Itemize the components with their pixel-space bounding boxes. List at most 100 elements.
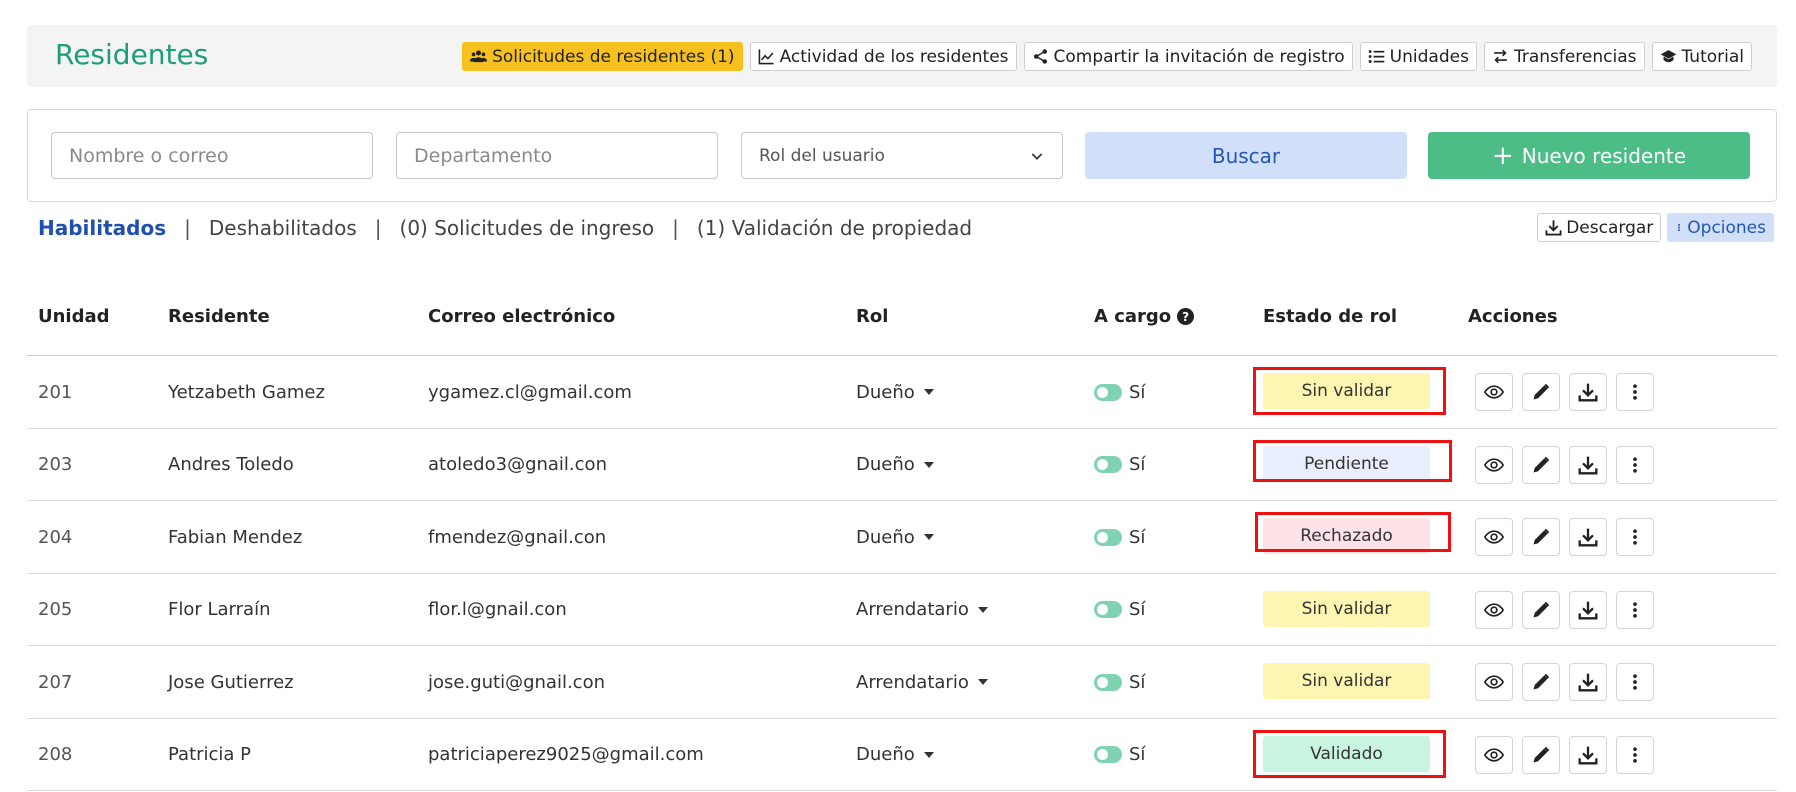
plus-icon: +: [1491, 140, 1514, 171]
more-vertical-icon: [1633, 456, 1637, 473]
view-button[interactable]: [1475, 735, 1513, 774]
in-charge-toggle[interactable]: Sí: [1094, 574, 1145, 646]
role-dropdown[interactable]: Dueño: [856, 501, 934, 573]
more-button[interactable]: [1616, 373, 1654, 411]
cell-in-charge: Sí: [1129, 744, 1146, 765]
resident-activity-label: Actividad de los residentes: [779, 46, 1009, 67]
edit-button[interactable]: [1522, 735, 1560, 774]
download-row-button[interactable]: [1569, 663, 1607, 701]
more-button[interactable]: [1616, 518, 1654, 556]
options-button[interactable]: Opciones: [1667, 213, 1774, 242]
col-email: Correo electrónico: [428, 306, 616, 327]
toggle-switch[interactable]: [1094, 383, 1122, 401]
more-button[interactable]: [1616, 735, 1654, 774]
toggle-switch[interactable]: [1094, 673, 1122, 691]
more-button[interactable]: [1616, 663, 1654, 701]
department-input[interactable]: Departamento: [396, 132, 718, 179]
resident-activity-button[interactable]: Actividad de los residentes: [749, 42, 1017, 71]
cell-role: Dueño: [856, 526, 915, 548]
page-title: Residentes: [55, 38, 209, 71]
row-actions: [1475, 663, 1654, 701]
cell-unit: 207: [38, 671, 73, 693]
in-charge-toggle[interactable]: Sí: [1094, 719, 1145, 791]
tab-disabled[interactable]: Deshabilitados: [209, 216, 357, 240]
role-dropdown[interactable]: Arrendatario: [856, 646, 988, 718]
download-row-button[interactable]: [1569, 590, 1607, 629]
more-vertical-icon: [1633, 601, 1637, 618]
units-button[interactable]: Unidades: [1359, 42, 1477, 71]
in-charge-toggle[interactable]: Sí: [1094, 501, 1145, 573]
toggle-switch[interactable]: [1094, 746, 1122, 763]
download-icon: [1578, 601, 1598, 619]
pencil-icon: [1533, 601, 1550, 617]
new-resident-button[interactable]: + Nuevo residente: [1428, 132, 1750, 179]
role-dropdown[interactable]: Dueño: [856, 356, 934, 428]
transfers-label: Transferencias: [1513, 46, 1637, 67]
chart-line-icon: [758, 49, 774, 65]
search-button[interactable]: Buscar: [1085, 132, 1407, 179]
view-button[interactable]: [1475, 518, 1513, 556]
users-icon: [470, 50, 488, 63]
role-dropdown[interactable]: Dueño: [856, 719, 934, 791]
view-button[interactable]: [1475, 663, 1513, 701]
download-row-button[interactable]: [1569, 373, 1607, 411]
more-button[interactable]: [1616, 590, 1654, 629]
table-row: 208 Patricia P patriciaperez9025@gmail.c…: [27, 719, 1777, 791]
download-row-button[interactable]: [1569, 735, 1607, 774]
more-vertical-icon: [1633, 529, 1637, 545]
col-actions: Acciones: [1468, 306, 1558, 327]
role-dropdown[interactable]: Arrendatario: [856, 574, 988, 646]
cell-role: Arrendatario: [856, 599, 969, 620]
download-icon: [1578, 456, 1598, 474]
edit-button[interactable]: [1522, 445, 1560, 484]
transfers-button[interactable]: Transferencias: [1483, 42, 1645, 71]
share-invitation-button[interactable]: Compartir la invitación de registro: [1023, 42, 1353, 71]
cell-email: fmendez@gnail.con: [428, 526, 607, 548]
download-button[interactable]: Descargar: [1537, 213, 1662, 242]
more-vertical-icon: [1633, 674, 1637, 690]
caret-down-icon: [923, 461, 934, 468]
toggle-switch[interactable]: [1094, 528, 1122, 546]
resident-requests-button[interactable]: Solicitudes de residentes (1): [462, 42, 743, 71]
pencil-icon: [1533, 528, 1550, 545]
col-in-charge-label: A cargo: [1094, 306, 1172, 327]
cell-role: Dueño: [856, 744, 915, 765]
name-email-placeholder: Nombre o correo: [69, 144, 229, 167]
graduation-cap-icon: [1660, 50, 1676, 63]
download-row-button[interactable]: [1569, 518, 1607, 556]
tutorial-button[interactable]: Tutorial: [1651, 42, 1752, 71]
view-button[interactable]: [1475, 373, 1513, 411]
table-row: 201 Yetzabeth Gamez ygamez.cl@gmail.com …: [27, 356, 1777, 429]
name-email-input[interactable]: Nombre o correo: [51, 132, 373, 179]
transfer-icon: [1494, 49, 1507, 64]
tab-ownership-validation[interactable]: (1) Validación de propiedad: [697, 216, 972, 240]
chevron-down-icon: [1031, 152, 1043, 160]
user-role-select[interactable]: Rol del usuario: [741, 132, 1063, 179]
in-charge-toggle[interactable]: Sí: [1094, 429, 1145, 501]
col-in-charge: A cargo ?: [1094, 306, 1195, 327]
edit-button[interactable]: [1522, 373, 1560, 411]
download-row-button[interactable]: [1569, 445, 1607, 484]
role-dropdown[interactable]: Dueño: [856, 429, 934, 501]
edit-button[interactable]: [1522, 518, 1560, 556]
download-icon: [1545, 220, 1562, 236]
download-icon: [1578, 383, 1598, 402]
tab-entry-requests[interactable]: (0) Solicitudes de ingreso: [400, 216, 655, 240]
table-row: 204 Fabian Mendez fmendez@gnail.con Dueñ…: [27, 501, 1777, 574]
tab-enabled[interactable]: Habilitados: [38, 216, 166, 240]
edit-button[interactable]: [1522, 590, 1560, 629]
more-button[interactable]: [1616, 445, 1654, 484]
edit-button[interactable]: [1522, 663, 1560, 701]
in-charge-toggle[interactable]: Sí: [1094, 356, 1145, 428]
cell-role: Arrendatario: [856, 671, 969, 693]
view-button[interactable]: [1475, 590, 1513, 629]
cell-unit: 205: [38, 599, 73, 620]
toggle-switch[interactable]: [1094, 601, 1122, 618]
col-role-status: Estado de rol: [1263, 306, 1398, 327]
view-button[interactable]: [1475, 445, 1513, 484]
share-invitation-label: Compartir la invitación de registro: [1053, 46, 1345, 67]
cell-resident: Fabian Mendez: [168, 526, 303, 548]
toggle-switch[interactable]: [1094, 456, 1122, 473]
help-icon[interactable]: ?: [1177, 308, 1195, 325]
in-charge-toggle[interactable]: Sí: [1094, 646, 1145, 718]
